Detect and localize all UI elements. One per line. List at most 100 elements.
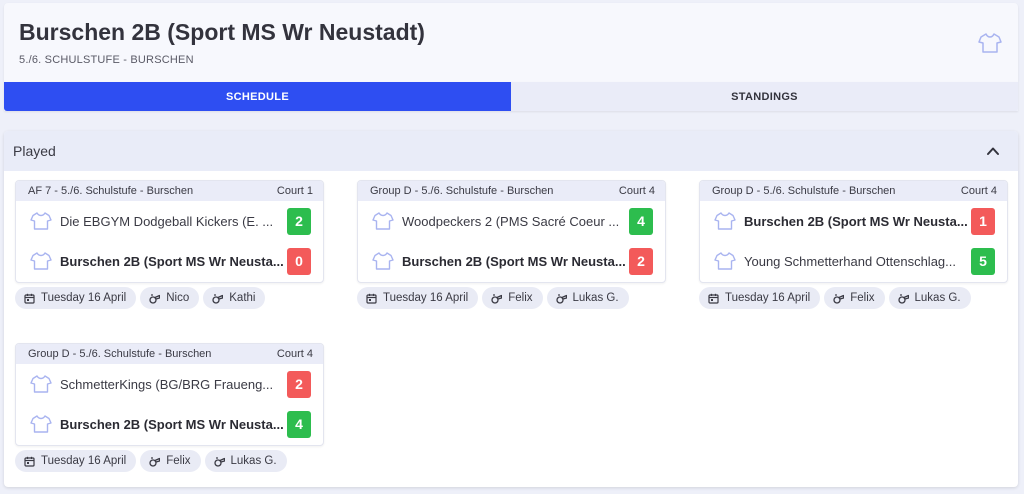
team-name: SchmetterKings (BG/BRG Fraueng...: [60, 376, 274, 392]
whistle-icon: [491, 293, 503, 304]
match-card[interactable]: Group D - 5./6. Schulstufe - Burschen Co…: [699, 180, 1008, 283]
referee-name: Lukas G.: [230, 455, 277, 467]
tab-bar: SCHEDULE STANDINGS: [4, 82, 1018, 111]
team-row-home[interactable]: Burschen 2B (Sport MS Wr Neusta... 1: [700, 201, 1007, 241]
referee-chip: Lukas G.: [888, 287, 971, 309]
match-court: Court 4: [276, 348, 313, 360]
calendar-icon: [708, 293, 719, 304]
section-title: Played: [13, 143, 56, 159]
team-name: Burschen 2B (Sport MS Wr Neusta...: [402, 253, 626, 269]
calendar-icon: [366, 293, 377, 304]
tshirt-icon: [30, 375, 52, 393]
team-row-home[interactable]: Die EBGYM Dodgeball Kickers (E. ... 2: [16, 201, 323, 241]
referee-name: Felix: [508, 292, 533, 304]
match-group: Group D - 5./6. Schulstufe - Burschen: [712, 185, 896, 197]
match-meta: Tuesday 16 April Felix Lukas G.: [15, 450, 324, 472]
team-name: Burschen 2B (Sport MS Wr Neusta...: [744, 213, 968, 229]
match-card-header: Group D - 5./6. Schulstufe - Burschen Co…: [16, 344, 323, 364]
referee-name: Lukas G.: [572, 292, 619, 304]
referee-name: Lukas G.: [914, 292, 961, 304]
match-card-header: AF 7 - 5./6. Schulstufe - Burschen Court…: [16, 181, 323, 201]
team-score: 2: [287, 370, 311, 398]
referee-chip: Kathi: [203, 287, 266, 309]
whistle-icon: [555, 293, 567, 304]
referee-chip: Felix: [140, 450, 201, 472]
team-row-home[interactable]: SchmetterKings (BG/BRG Fraueng... 2: [16, 364, 323, 404]
tshirt-icon: [714, 252, 736, 270]
team-row-away[interactable]: Burschen 2B (Sport MS Wr Neusta... 0: [16, 241, 323, 281]
tshirt-icon: [372, 212, 394, 230]
match-court: Court 1: [276, 185, 313, 197]
team-score: 2: [287, 207, 311, 235]
match-group: Group D - 5./6. Schulstufe - Burschen: [370, 185, 554, 197]
team-score: 1: [971, 207, 995, 235]
whistle-icon: [212, 293, 224, 304]
referee-chip: Felix: [482, 287, 543, 309]
team-header: Burschen 2B (Sport MS Wr Neustadt) 5./6.…: [4, 3, 1018, 82]
date-chip: Tuesday 16 April: [699, 287, 821, 309]
tshirt-icon: [30, 252, 52, 270]
match-meta: Tuesday 16 April Nico Kathi: [15, 287, 324, 309]
team-score: 0: [287, 247, 311, 275]
match-card[interactable]: Group D - 5./6. Schulstufe - Burschen Co…: [15, 343, 324, 446]
page-title: Burschen 2B (Sport MS Wr Neustadt): [19, 19, 425, 45]
tab-standings[interactable]: STANDINGS: [511, 82, 1018, 111]
referee-name: Nico: [166, 292, 190, 304]
team-score: 4: [287, 410, 311, 438]
match-item: Group D - 5./6. Schulstufe - Burschen Co…: [357, 180, 666, 309]
date-chip: Tuesday 16 April: [15, 287, 137, 309]
calendar-icon: [24, 293, 35, 304]
match-card-header: Group D - 5./6. Schulstufe - Burschen Co…: [700, 181, 1007, 201]
referee-name: Felix: [850, 292, 875, 304]
chevron-up-icon[interactable]: [986, 144, 1000, 158]
team-row-home[interactable]: Woodpeckers 2 (PMS Sacré Coeur ... 4: [358, 201, 665, 241]
page-subtitle: 5./6. SCHULSTUFE - BURSCHEN: [19, 54, 194, 66]
team-row-away[interactable]: Burschen 2B (Sport MS Wr Neusta... 4: [16, 404, 323, 444]
match-date: Tuesday 16 April: [725, 292, 811, 304]
tab-schedule[interactable]: SCHEDULE: [4, 82, 511, 111]
whistle-icon: [897, 293, 909, 304]
team-name: Die EBGYM Dodgeball Kickers (E. ...: [60, 213, 274, 229]
whistle-icon: [149, 456, 161, 467]
match-card[interactable]: AF 7 - 5./6. Schulstufe - Burschen Court…: [15, 180, 324, 283]
match-court: Court 4: [960, 185, 997, 197]
calendar-icon: [24, 456, 35, 467]
team-score: 4: [629, 207, 653, 235]
referee-chip: Lukas G.: [204, 450, 287, 472]
date-chip: Tuesday 16 April: [357, 287, 479, 309]
team-score: 2: [629, 247, 653, 275]
match-group: Group D - 5./6. Schulstufe - Burschen: [28, 348, 212, 360]
team-name: Burschen 2B (Sport MS Wr Neusta...: [60, 253, 284, 269]
referee-chip: Nico: [140, 287, 200, 309]
match-card[interactable]: Group D - 5./6. Schulstufe - Burschen Co…: [357, 180, 666, 283]
match-date: Tuesday 16 April: [41, 292, 127, 304]
whistle-icon: [149, 293, 161, 304]
team-name: Woodpeckers 2 (PMS Sacré Coeur ...: [402, 213, 620, 229]
whistle-icon: [833, 293, 845, 304]
tshirt-icon: [30, 212, 52, 230]
team-row-away[interactable]: Young Schmetterhand Ottenschlag... 5: [700, 241, 1007, 281]
referee-chip: Felix: [824, 287, 885, 309]
played-section-header[interactable]: Played: [4, 131, 1018, 171]
match-item: AF 7 - 5./6. Schulstufe - Burschen Court…: [15, 180, 324, 309]
match-item: Group D - 5./6. Schulstufe - Burschen Co…: [15, 343, 324, 472]
whistle-icon: [213, 456, 225, 467]
referee-name: Felix: [166, 455, 191, 467]
tshirt-icon: [372, 252, 394, 270]
match-card-header: Group D - 5./6. Schulstufe - Burschen Co…: [358, 181, 665, 201]
match-meta: Tuesday 16 April Felix Lukas G.: [699, 287, 1008, 309]
team-score: 5: [971, 247, 995, 275]
tshirt-icon: [30, 415, 52, 433]
referee-chip: Lukas G.: [546, 287, 629, 309]
match-item: Group D - 5./6. Schulstufe - Burschen Co…: [699, 180, 1008, 309]
match-date: Tuesday 16 April: [41, 455, 127, 467]
tshirt-icon: [978, 33, 1002, 53]
referee-name: Kathi: [229, 292, 256, 304]
match-date: Tuesday 16 April: [383, 292, 469, 304]
date-chip: Tuesday 16 April: [15, 450, 137, 472]
team-name: Burschen 2B (Sport MS Wr Neusta...: [60, 416, 284, 432]
tshirt-icon: [714, 212, 736, 230]
team-row-away[interactable]: Burschen 2B (Sport MS Wr Neusta... 2: [358, 241, 665, 281]
team-name: Young Schmetterhand Ottenschlag...: [744, 253, 956, 269]
match-group: AF 7 - 5./6. Schulstufe - Burschen: [28, 185, 194, 197]
